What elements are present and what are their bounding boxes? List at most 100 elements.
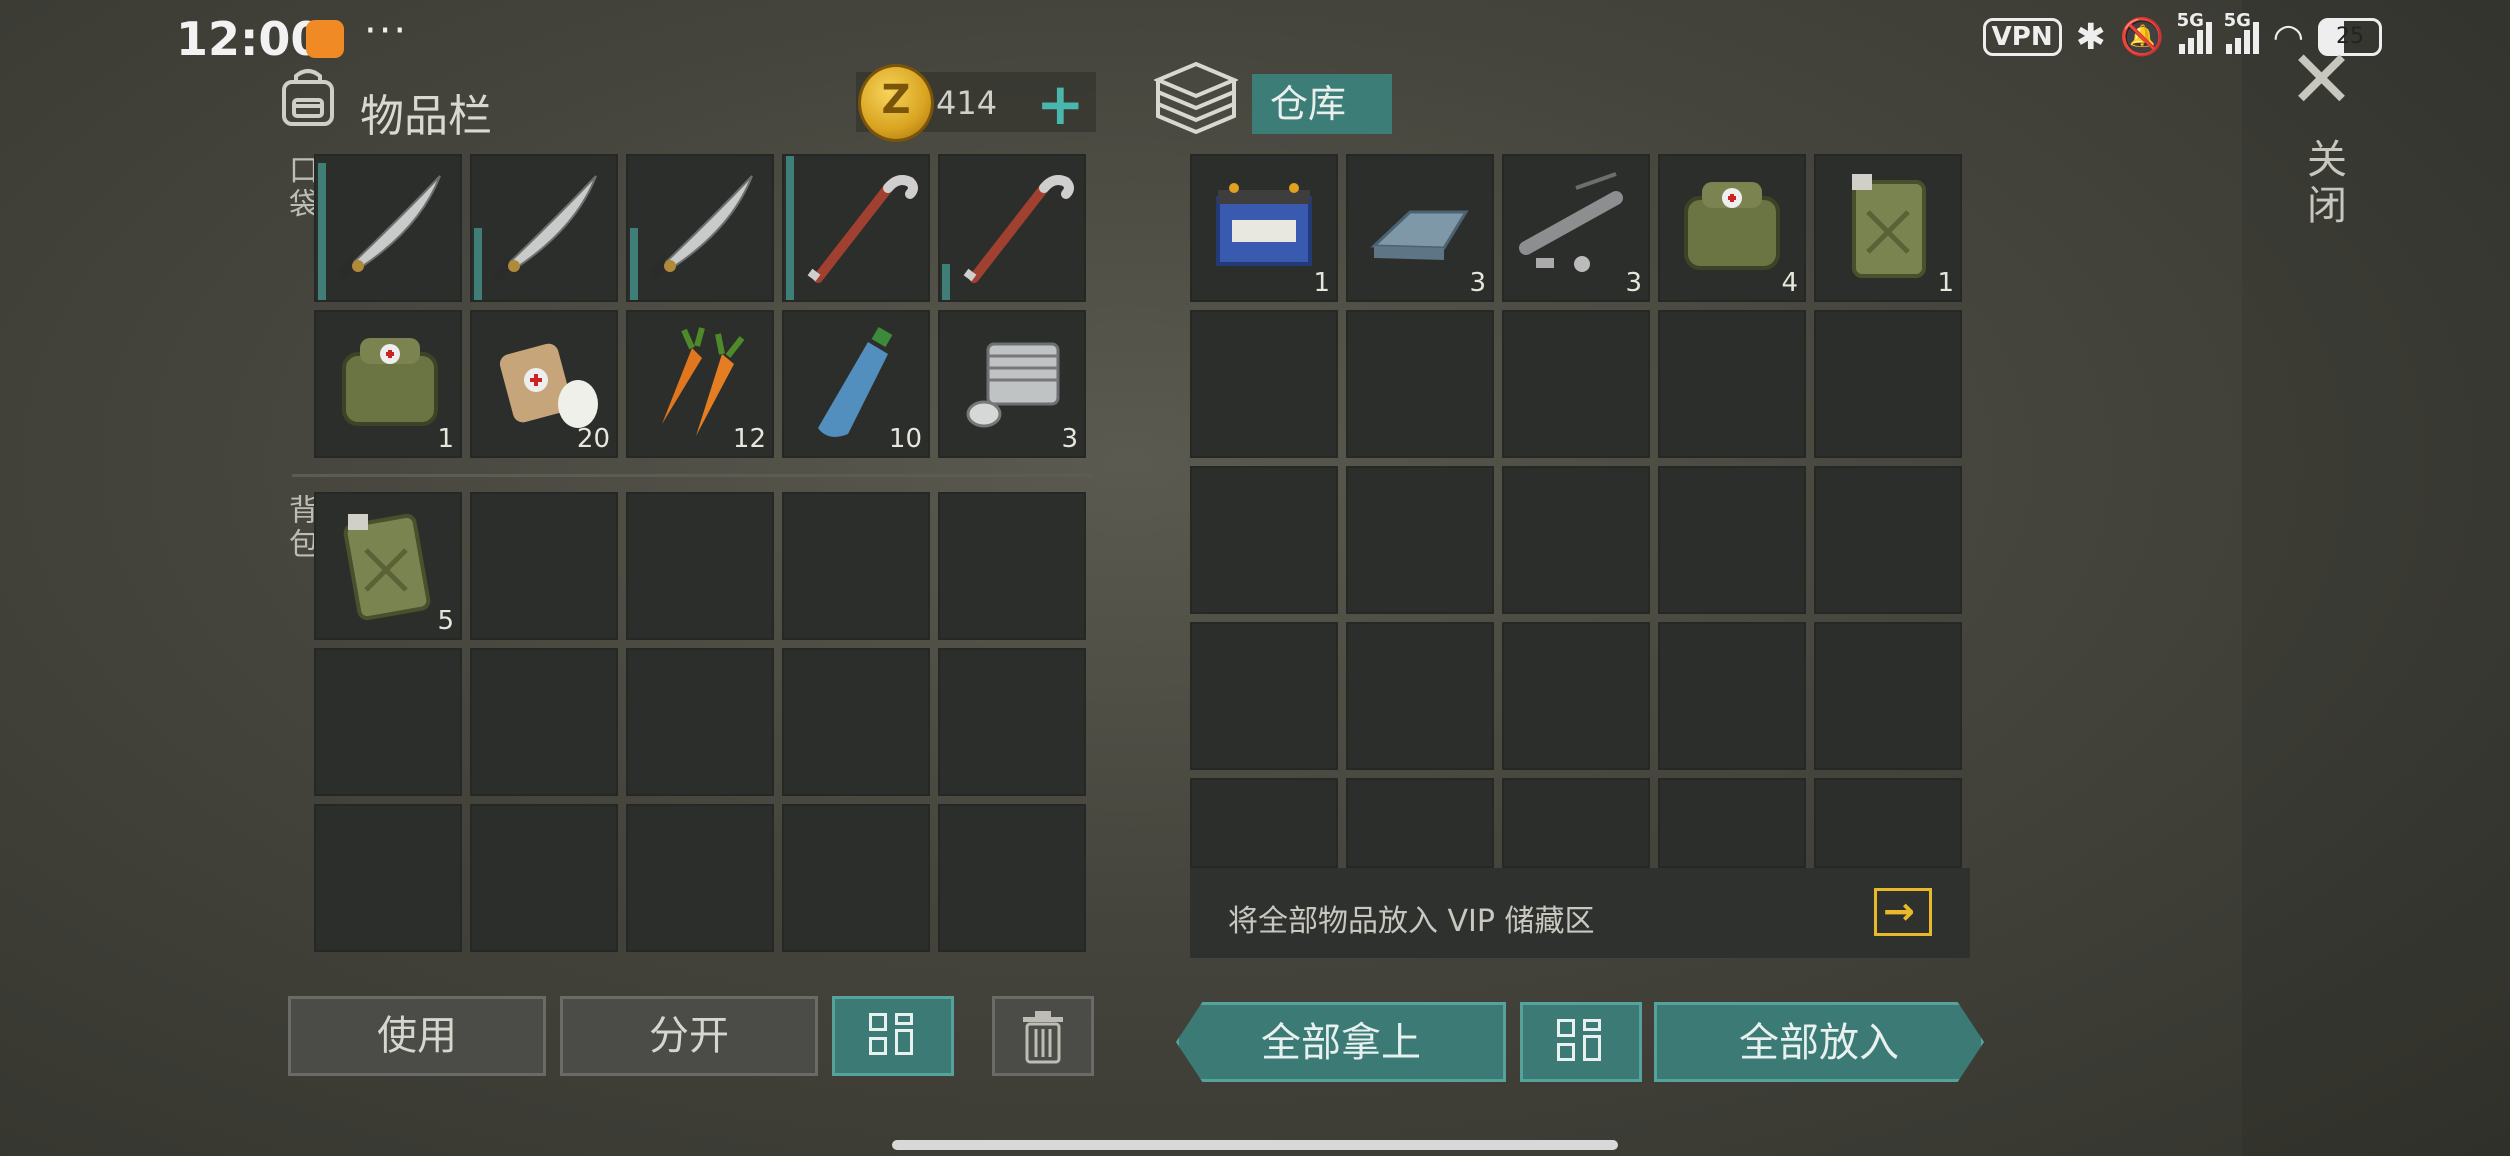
- signal-icon: 5G: [2177, 10, 2212, 54]
- warehouse-slot[interactable]: [1190, 466, 1338, 614]
- inventory-slot[interactable]: [938, 492, 1086, 640]
- inventory-slot[interactable]: 20: [470, 310, 618, 458]
- inventory-slot[interactable]: 3: [938, 310, 1086, 458]
- sort-inventory-button[interactable]: [832, 996, 954, 1076]
- medkit-bag-icon: [1684, 182, 1780, 270]
- warehouse-grid: 1 3 3 4 1: [1190, 154, 1962, 868]
- durability-bar: [942, 264, 950, 300]
- warehouse-slot[interactable]: 1: [1190, 154, 1338, 302]
- warehouse-slot[interactable]: [1502, 310, 1650, 458]
- backpack-grid: 5: [314, 492, 1086, 952]
- inventory-slot[interactable]: [626, 492, 774, 640]
- machete-icon: [336, 175, 441, 282]
- warehouse-slot[interactable]: 1: [1814, 154, 1962, 302]
- grid-sort-icon: [869, 1013, 917, 1061]
- crowbar-icon: [963, 175, 1074, 283]
- warehouse-slot[interactable]: [1814, 622, 1962, 770]
- medkit-bag-icon: [342, 338, 438, 426]
- inventory-slot[interactable]: [938, 804, 1086, 952]
- close-icon[interactable]: ✕: [2288, 40, 2355, 120]
- sort-warehouse-button[interactable]: [1520, 1002, 1642, 1082]
- jerrycan-icon: [343, 513, 431, 621]
- split-button[interactable]: 分开: [560, 996, 818, 1076]
- backpack-icon: [282, 69, 334, 126]
- crowbar-icon: [807, 175, 918, 283]
- metal-ingot-icon: [1370, 210, 1469, 260]
- warehouse-slot[interactable]: [1814, 466, 1962, 614]
- machete-icon: [492, 175, 597, 282]
- warehouse-slot[interactable]: [1502, 778, 1650, 868]
- warehouse-slot[interactable]: [1346, 310, 1494, 458]
- inventory-slot[interactable]: [782, 648, 930, 796]
- pocket-row-2: 1 20 12 10 3: [314, 310, 1086, 458]
- inventory-slot[interactable]: [626, 154, 774, 302]
- warehouse-slot[interactable]: [1190, 778, 1338, 868]
- pipe-parts-icon: [1519, 172, 1623, 272]
- app-notification-icon: [306, 20, 344, 58]
- inventory-slot[interactable]: 1: [314, 310, 462, 458]
- signal-icon-2: 5G: [2224, 10, 2259, 54]
- warehouse-slot[interactable]: [1346, 622, 1494, 770]
- warehouse-slot[interactable]: 3: [1502, 154, 1650, 302]
- durability-bar: [630, 228, 638, 300]
- pocket-row-1: [314, 154, 1086, 302]
- add-coins-button[interactable]: +: [1036, 70, 1085, 138]
- home-indicator[interactable]: [892, 1140, 1618, 1150]
- inventory-slot[interactable]: [314, 804, 462, 952]
- inventory-slot[interactable]: 5: [314, 492, 462, 640]
- move-to-vip-icon[interactable]: →: [1874, 888, 1932, 936]
- inventory-slot[interactable]: [314, 154, 462, 302]
- warehouse-slot[interactable]: [1346, 778, 1494, 868]
- storage-box-icon: [1154, 61, 1238, 135]
- mute-icon: 🔕: [2119, 17, 2165, 58]
- inventory-slot[interactable]: [470, 154, 618, 302]
- put-all-button[interactable]: 全部放入: [1654, 1002, 1984, 1082]
- warehouse-slot[interactable]: 3: [1346, 154, 1494, 302]
- take-all-button[interactable]: 全部拿上: [1176, 1002, 1506, 1082]
- inventory-slot[interactable]: [938, 648, 1086, 796]
- section-divider: [292, 474, 1094, 477]
- use-button[interactable]: 使用: [288, 996, 546, 1076]
- warehouse-slot[interactable]: [1346, 466, 1494, 614]
- inventory-slot[interactable]: [626, 648, 774, 796]
- more-notifications-icon: ···: [364, 8, 409, 54]
- warehouse-slot[interactable]: [1658, 310, 1806, 458]
- warehouse-slot[interactable]: [1658, 466, 1806, 614]
- inventory-slot[interactable]: [938, 154, 1086, 302]
- inventory-slot[interactable]: [782, 492, 930, 640]
- durability-bar: [474, 228, 482, 300]
- warehouse-slot[interactable]: [1658, 778, 1806, 868]
- inventory-slot[interactable]: [626, 804, 774, 952]
- coin-icon: Z: [858, 64, 934, 142]
- inventory-slot[interactable]: [782, 154, 930, 302]
- warehouse-slot[interactable]: [1814, 310, 1962, 458]
- discard-button[interactable]: [992, 996, 1094, 1076]
- inventory-slot[interactable]: [470, 648, 618, 796]
- inventory-slot[interactable]: [470, 492, 618, 640]
- warehouse-slot[interactable]: [1502, 466, 1650, 614]
- warehouse-slot[interactable]: [1502, 622, 1650, 770]
- inventory-slot[interactable]: 12: [626, 310, 774, 458]
- engine-cylinder-icon: [966, 342, 1060, 428]
- inventory-title: 物品栏: [360, 91, 492, 142]
- close-button-label[interactable]: 关闭: [2294, 138, 2352, 230]
- inventory-slot[interactable]: [314, 648, 462, 796]
- warehouse-slot[interactable]: [1190, 622, 1338, 770]
- inventory-slot[interactable]: [470, 804, 618, 952]
- warehouse-slot[interactable]: [1190, 310, 1338, 458]
- inventory-slot[interactable]: 10: [782, 310, 930, 458]
- warehouse-slot[interactable]: 4: [1658, 154, 1806, 302]
- status-time: 12:00: [176, 12, 323, 66]
- inventory-slot[interactable]: [782, 804, 930, 952]
- warehouse-tab[interactable]: 仓库: [1252, 74, 1392, 134]
- bluetooth-icon: ✱: [2075, 16, 2106, 58]
- jerrycan-icon: [1852, 174, 1926, 278]
- car-battery-icon: [1216, 183, 1312, 266]
- side-panel: [2242, 0, 2510, 1156]
- trash-icon: [1023, 1011, 1063, 1064]
- durability-bar: [786, 156, 794, 300]
- warehouse-slot[interactable]: [1814, 778, 1962, 868]
- coin-amount: 414: [936, 84, 998, 122]
- warehouse-slot[interactable]: [1658, 622, 1806, 770]
- machete-icon: [648, 175, 753, 282]
